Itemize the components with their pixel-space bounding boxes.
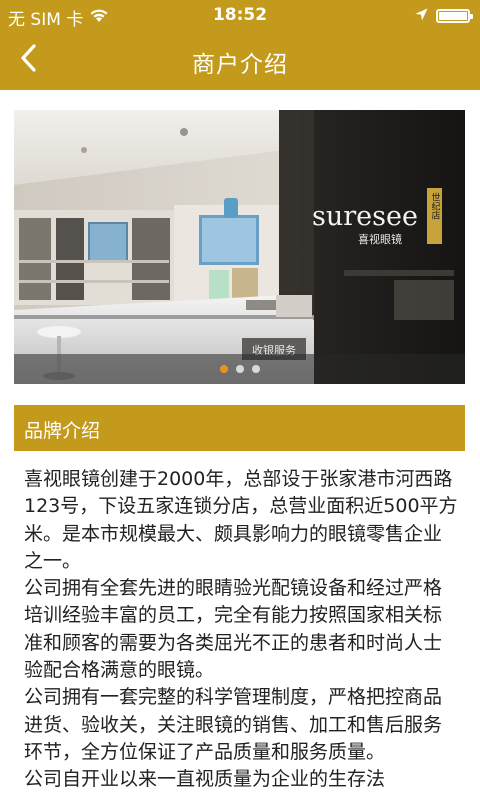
carousel-dot-1[interactable]: [219, 365, 228, 373]
intro-paragraph: 公司拥有全套先进的眼睛验光配镜设备和经过严格培训经验丰富的员工，完全有能力按照国…: [24, 577, 443, 682]
intro-paragraph: 公司自开业以来一直视质量为企业的生存法: [24, 768, 386, 791]
battery-level: [439, 12, 467, 20]
carousel-dot-2[interactable]: [235, 365, 244, 373]
section-title: 品牌介绍: [24, 420, 101, 442]
branch-label: 世纪店: [430, 191, 441, 220]
intro-paragraph: 公司拥有一套完整的科学管理制度，严格把控商品进货、验收关，关注眼镜的销售、加工和…: [24, 686, 443, 763]
status-bar: 无 SIM 卡 18:52: [0, 0, 480, 30]
page-title: 商户介绍: [192, 52, 288, 78]
section-header-brand: 品牌介绍: [14, 405, 465, 451]
store-brand-sign: suresee: [312, 201, 418, 232]
nav-bar: 商户介绍: [0, 30, 480, 90]
store-photo: suresee 喜视眼镜 世纪店 收银服务: [14, 110, 465, 384]
intro-paragraph: 喜视眼镜创建于2000年，总部设于张家港市河西路123号，下设五家连锁分店，总营…: [24, 468, 458, 572]
store-photo-carousel[interactable]: suresee 喜视眼镜 世纪店 收银服务: [14, 110, 465, 384]
brand-intro-text: 喜视眼镜创建于2000年，总部设于张家港市河西路123号，下设五家连锁分店，总营…: [24, 466, 460, 794]
store-brand-cn: 喜视眼镜: [358, 232, 402, 246]
carousel-indicator: [14, 365, 465, 373]
status-time: 18:52: [212, 5, 268, 25]
battery-full-icon: [436, 9, 473, 23]
carousel-dot-3[interactable]: [251, 365, 260, 373]
location-arrow-icon: [415, 6, 428, 26]
status-right: [415, 6, 473, 26]
